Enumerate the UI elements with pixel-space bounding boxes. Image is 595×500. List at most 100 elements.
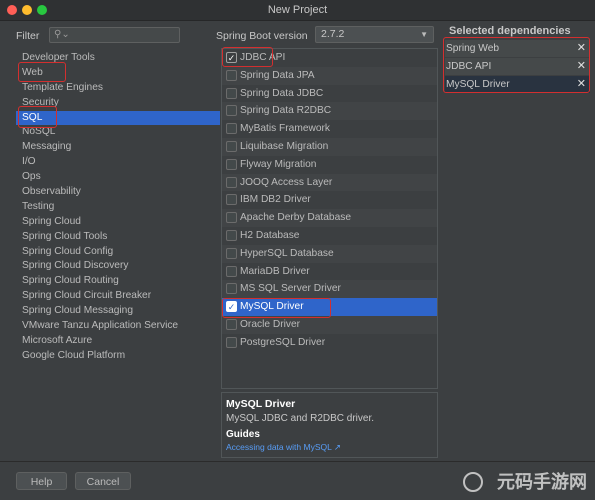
category-item[interactable]: Spring Cloud Circuit Breaker [16, 289, 220, 304]
dependency-row[interactable]: Oracle Driver [222, 315, 437, 334]
checkbox[interactable] [226, 194, 237, 206]
filter-label: Filter [16, 30, 40, 42]
dependency-row[interactable]: MariaDB Driver [222, 263, 437, 281]
filter-input[interactable]: ⚲⌄ [49, 27, 180, 43]
selected-dependency-item[interactable]: JDBC API ✕ [445, 58, 590, 75]
category-item[interactable]: Testing [16, 200, 220, 215]
dependency-row[interactable]: HyperSQL Database [222, 244, 437, 263]
checkbox[interactable] [226, 212, 237, 224]
category-item[interactable]: Observability [16, 185, 220, 200]
category-item[interactable]: Developer Tools [16, 51, 220, 66]
spring-boot-version-select[interactable]: 2.7.2 ▼ [315, 26, 434, 43]
help-button[interactable]: Help [16, 472, 67, 490]
dependency-row[interactable]: JOOQ Access Layer [222, 173, 437, 192]
watermark-text: 元码手游网 [497, 472, 587, 492]
cancel-button[interactable]: Cancel [75, 472, 131, 490]
dependency-row[interactable]: ✓ MySQL Driver [222, 298, 437, 316]
dependency-label: MS SQL Server Driver [240, 283, 341, 295]
dependency-label: JOOQ Access Layer [240, 176, 333, 188]
category-item[interactable]: Spring Cloud Config [16, 245, 220, 260]
category-item[interactable]: Microsoft Azure [16, 334, 220, 349]
category-item[interactable]: Security [16, 96, 220, 111]
description-title: MySQL Driver [226, 398, 296, 410]
category-item[interactable]: Messaging [16, 140, 220, 155]
checkbox[interactable] [226, 318, 237, 330]
category-item[interactable]: Spring Cloud [16, 215, 220, 230]
category-item[interactable]: Ops [16, 170, 220, 185]
dependency-label: Spring Data R2DBC [240, 105, 332, 117]
dependency-description: MySQL Driver MySQL JDBC and R2DBC driver… [221, 392, 438, 458]
category-item[interactable]: NoSQL [16, 125, 220, 140]
checkbox[interactable] [226, 247, 237, 259]
dependency-label: Flyway Migration [240, 158, 317, 170]
selected-dependency-item[interactable]: Spring Web ✕ [445, 40, 590, 57]
description-text: MySQL JDBC and R2DBC driver. [226, 413, 375, 424]
guide-link[interactable]: Accessing data with MySQL ↗ [226, 442, 433, 453]
dependency-label: Spring Data JDBC [240, 87, 324, 99]
dependency-label: H2 Database [240, 229, 300, 241]
category-list: Developer Tools Web Template Engines Securi… [16, 51, 220, 364]
watermark-logo [463, 472, 483, 492]
category-item[interactable]: Google Cloud Platform [16, 349, 220, 364]
title-bar: New Project [0, 0, 595, 21]
dependency-label: Spring Data JPA [240, 69, 315, 81]
chevron-down-icon: ▼ [420, 30, 428, 39]
dependency-row[interactable]: H2 Database [222, 227, 437, 245]
dependency-row[interactable]: PostgreSQL Driver [222, 334, 437, 352]
category-item[interactable]: Spring Cloud Routing [16, 274, 220, 289]
dependency-row[interactable]: Spring Data R2DBC [222, 102, 437, 121]
checkbox[interactable] [226, 69, 237, 81]
dependency-row[interactable]: MS SQL Server Driver [222, 280, 437, 299]
category-item[interactable]: Spring Cloud Messaging [16, 304, 220, 319]
category-item[interactable]: SQL [16, 110, 220, 126]
checkbox[interactable] [226, 140, 237, 152]
dependency-row[interactable]: ✓ JDBC API [222, 49, 437, 67]
close-icon[interactable]: ✕ [577, 40, 586, 57]
dependency-row[interactable]: MyBatis Framework [222, 120, 437, 138]
dependency-label: MySQL Driver [240, 301, 304, 313]
selected-dependencies-title: Selected dependencies [449, 25, 571, 37]
dependency-row[interactable]: IBM DB2 Driver [222, 191, 437, 209]
close-icon[interactable]: ✕ [577, 76, 586, 93]
selected-dependency-label: JDBC API [446, 61, 492, 72]
checkbox[interactable] [226, 229, 237, 241]
spring-boot-version-label: Spring Boot version [216, 30, 308, 42]
selected-dependencies-panel: Selected dependencies Spring Web ✕ JDBC … [442, 20, 595, 460]
dependency-label: PostgreSQL Driver [240, 336, 326, 348]
category-item[interactable]: Template Engines [16, 81, 220, 96]
checkbox[interactable] [226, 87, 237, 99]
category-item[interactable]: VMware Tanzu Application Service [16, 319, 220, 334]
dependency-label: JDBC API [240, 52, 286, 63]
dependency-row[interactable]: Liquibase Migration [222, 137, 437, 156]
dependency-row[interactable]: Spring Data JDBC [222, 85, 437, 103]
category-item[interactable]: Spring Cloud Tools [16, 230, 220, 245]
dependency-row[interactable]: Flyway Migration [222, 156, 437, 174]
dependency-label: Liquibase Migration [240, 140, 329, 152]
dependency-label: HyperSQL Database [240, 247, 334, 259]
dependency-row[interactable]: Apache Derby Database [222, 209, 437, 227]
category-item[interactable]: Web [16, 66, 220, 81]
dependency-label: Apache Derby Database [240, 212, 351, 224]
dependency-row[interactable]: Spring Data JPA [222, 66, 437, 85]
close-icon[interactable]: ✕ [577, 58, 586, 75]
checkbox[interactable] [226, 105, 237, 117]
category-item[interactable]: I/O [16, 155, 220, 170]
checkmark-icon[interactable]: ✓ [226, 301, 237, 313]
checkbox[interactable] [226, 283, 237, 295]
dependency-label: IBM DB2 Driver [240, 194, 311, 206]
checkbox[interactable] [226, 158, 237, 170]
category-item[interactable]: Spring Cloud Discovery [16, 259, 220, 274]
dependency-list: ✓ JDBC API Spring Data JPA Spring Data JDBC… [221, 48, 438, 389]
spring-boot-version-value: 2.7.2 [321, 28, 345, 40]
search-icon: ⚲⌄ [54, 29, 70, 40]
checkbox[interactable] [226, 336, 237, 348]
selected-dependency-item[interactable]: MySQL Driver ✕ [445, 76, 590, 93]
checkbox[interactable] [226, 123, 237, 135]
dependency-label: MyBatis Framework [240, 123, 331, 135]
checkmark-icon[interactable]: ✓ [226, 52, 237, 63]
dependency-label: MariaDB Driver [240, 265, 310, 277]
window-title: New Project [267, 4, 328, 16]
selected-dependency-label: Spring Web [446, 43, 500, 54]
checkbox[interactable] [226, 176, 237, 188]
checkbox[interactable] [226, 265, 237, 277]
